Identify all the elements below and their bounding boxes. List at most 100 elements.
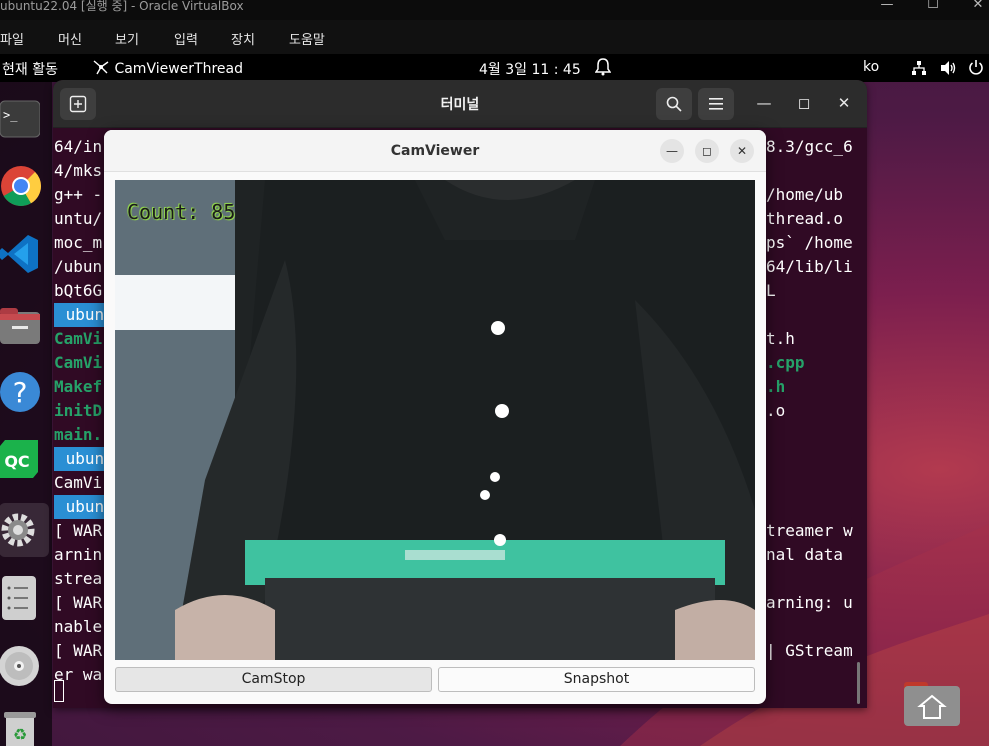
terminal-line-right: .cpp (766, 353, 805, 372)
clock[interactable]: 4월 3일 11 : 45 (479, 59, 581, 79)
menu-file[interactable]: 파일 (0, 29, 24, 48)
input-method-indicator[interactable]: ko (863, 59, 879, 75)
terminal-line: 64/in (54, 137, 103, 156)
hamburger-icon (709, 98, 723, 110)
terminal-line-right: nal data (766, 545, 844, 564)
dock-help[interactable]: ? (0, 370, 40, 412)
search-icon (666, 96, 682, 112)
terminal-search-button[interactable] (656, 88, 692, 120)
terminal-line: CamVi (54, 473, 103, 492)
terminal-file: initD (54, 401, 103, 420)
terminal-prompt: ubun (54, 495, 107, 519)
camera-image (115, 180, 755, 660)
desktop-home-folder[interactable] (904, 678, 960, 726)
minimize-icon: — (756, 94, 772, 112)
qtcreator-icon: QC (0, 440, 38, 478)
terminal-close-button[interactable]: ✕ (831, 90, 857, 116)
terminal-line: moc_m (54, 233, 103, 252)
vbox-menu-bar: 파일 머신 보기 입력 장치 도움말 (0, 20, 989, 54)
snapshot-button[interactable]: Snapshot (438, 667, 755, 692)
dock-terminal[interactable]: >_ (0, 99, 41, 139)
files-icon (0, 308, 40, 344)
terminal-line: g++ - (54, 185, 103, 204)
terminal-icon: >_ (0, 100, 41, 138)
terminal-line-right: 8.3/gcc_6 (766, 137, 853, 156)
guest-desktop: 현재 활동 CamViewerThread 4월 3일 11 : 45 ko >… (0, 54, 989, 746)
terminal-header-bar: 터미널 — ◻ ✕ (53, 80, 867, 128)
disk-utility-icon (2, 576, 36, 620)
camviewer-minimize-button[interactable]: — (660, 139, 684, 163)
terminal-line-right: .o (766, 401, 786, 420)
settings-icon (1, 513, 35, 547)
vbox-minimize-button[interactable]: — (864, 0, 910, 11)
trash-icon: ♻ (4, 712, 36, 746)
terminal-line-right: .h (766, 377, 786, 396)
terminal-line-right: 64/lib/li (766, 257, 853, 276)
app-network-icon (93, 60, 109, 75)
terminal-scrollbar[interactable] (857, 662, 860, 704)
dock: >_ ? QC ♻ (0, 82, 52, 746)
terminal-file: main. (54, 425, 103, 444)
dock-qtcreator[interactable]: QC (0, 438, 40, 478)
terminal-line-right: /home/ub (766, 185, 844, 204)
menu-devices[interactable]: 장치 (231, 29, 255, 48)
dock-files[interactable] (0, 304, 40, 344)
activities-button[interactable]: 현재 활동 (2, 59, 58, 79)
svg-text:QC: QC (4, 452, 29, 471)
terminal-prompt: ubun (54, 303, 107, 327)
terminal-line: nable (54, 617, 103, 636)
app-menu[interactable]: CamViewerThread (92, 59, 243, 77)
volume-icon[interactable] (940, 60, 958, 80)
camviewer-close-button[interactable]: ✕ (730, 139, 754, 163)
dock-vscode[interactable] (0, 233, 40, 273)
terminal-line: 4/mks (54, 161, 103, 180)
terminal-menu-button[interactable] (698, 88, 734, 120)
camviewer-header-bar: CamViewer — ◻ ✕ (104, 130, 766, 172)
terminal-line-right: t.h (766, 329, 795, 348)
terminal-file: CamVi (54, 329, 103, 348)
maximize-icon: ◻ (702, 144, 712, 158)
menu-input[interactable]: 입력 (174, 29, 198, 48)
menu-help[interactable]: 도움말 (289, 29, 325, 48)
dock-trash[interactable]: ♻ (0, 712, 40, 746)
terminal-line: [ WAR (54, 641, 103, 660)
vbox-maximize-button[interactable]: ☐ (910, 0, 956, 11)
terminal-line-right: L (766, 281, 776, 300)
terminal-line: [ WAR (54, 593, 103, 612)
terminal-line: arnin (54, 545, 103, 564)
terminal-title: 터미널 (440, 97, 480, 113)
notification-bell-icon[interactable] (594, 58, 612, 80)
terminal-line: [ WAR (54, 521, 103, 540)
terminal-minimize-button[interactable]: — (751, 90, 777, 116)
power-icon[interactable] (968, 59, 984, 79)
menu-machine[interactable]: 머신 (58, 29, 82, 48)
dock-dvd[interactable] (0, 644, 40, 686)
menu-view[interactable]: 보기 (115, 29, 139, 48)
terminal-cursor (54, 680, 64, 702)
dvd-icon (0, 646, 39, 686)
app-menu-label: CamViewerThread (114, 61, 243, 77)
terminal-file: Makef (54, 377, 103, 396)
terminal-line: strea (54, 569, 103, 588)
vbox-close-button[interactable]: ✕ (955, 0, 989, 11)
maximize-icon: ◻ (797, 94, 811, 112)
count-overlay: Count: 85 (127, 200, 236, 224)
dock-settings[interactable] (0, 503, 49, 557)
gnome-top-bar: 현재 활동 CamViewerThread 4월 3일 11 : 45 ko (0, 54, 989, 82)
camviewer-window[interactable]: CamViewer — ◻ ✕ Count: 85 CamStop Snapsh… (104, 130, 766, 704)
minimize-icon: — (666, 144, 678, 158)
dock-chrome[interactable] (0, 165, 42, 207)
network-icon[interactable] (911, 60, 927, 80)
camera-feed: Count: 85 (115, 180, 755, 660)
terminal-line-right: arning: u (766, 593, 853, 612)
camstop-button[interactable]: CamStop (115, 667, 432, 692)
terminal-maximize-button[interactable]: ◻ (791, 90, 817, 116)
chrome-icon (1, 166, 41, 206)
vbox-title-bar: ubuntu22.04 [실행 중] - Oracle VirtualBox —… (0, 0, 989, 20)
terminal-line: /ubun (54, 257, 103, 276)
terminal-line: bQt6G (54, 281, 103, 300)
terminal-line-right: treamer w (766, 521, 853, 540)
svg-text:?: ? (13, 376, 28, 409)
dock-disk-utility[interactable] (0, 576, 40, 620)
camviewer-maximize-button[interactable]: ◻ (695, 139, 719, 163)
